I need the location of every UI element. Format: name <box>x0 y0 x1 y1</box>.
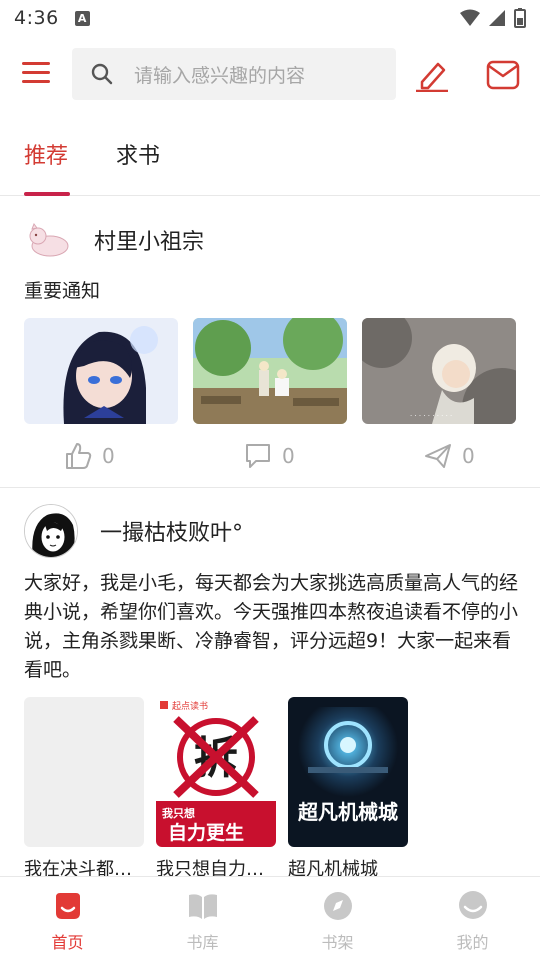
nav-label: 书库 <box>186 933 219 952</box>
home-icon <box>55 893 80 919</box>
svg-text:· · · · · · · · · ·: · · · · · · · · · · <box>410 412 452 420</box>
tab-bar: 推荐 求书 <box>0 126 540 196</box>
book-cover[interactable]: 起点读书 拆 我只想 自力更生 <box>156 697 276 847</box>
top-bar: 请输入感兴趣的内容 <box>0 48 540 102</box>
post-actions: 0 0 0 <box>0 442 540 474</box>
post-author[interactable]: 村里小祖宗 <box>24 218 204 262</box>
comment-icon <box>246 444 270 468</box>
signal-icon <box>489 10 505 26</box>
nav-label: 首页 <box>51 933 84 952</box>
like-count: 0 <box>102 444 115 468</box>
thumbs-up-icon <box>66 443 92 469</box>
tab-recommend[interactable]: 推荐 <box>24 138 68 170</box>
book-item[interactable]: 我在决斗都市... <box>24 697 148 881</box>
author-name[interactable]: 村里小祖宗 <box>94 224 204 256</box>
post-card[interactable]: 一撮枯枝败叶° 大家好，我是小毛，每天都会为大家挑选高质量高人气的经典小说，希望… <box>0 489 540 880</box>
cover-title: 超凡机械城 <box>297 800 398 824</box>
book-cover[interactable]: 超凡机械城 <box>288 697 408 847</box>
book-open-icon <box>188 894 217 919</box>
nav-home[interactable]: 首页 <box>0 877 135 960</box>
wifi-icon <box>460 9 480 26</box>
cover-title: 自力更生 <box>168 821 244 844</box>
profile-icon <box>458 891 487 919</box>
comment-button[interactable]: 0 <box>244 442 295 470</box>
author-name[interactable]: 一撮枯枝败叶° <box>100 515 243 547</box>
cover-publisher: 起点读书 <box>172 700 208 712</box>
search-placeholder: 请输入感兴趣的内容 <box>134 64 306 87</box>
nav-label: 书架 <box>321 933 354 952</box>
post-author[interactable]: 一撮枯枝败叶° <box>24 504 243 558</box>
post-card[interactable]: 村里小祖宗 重要通知 · · · · · · · · · · 0 0 0 <box>0 196 540 488</box>
menu-icon[interactable] <box>22 62 50 88</box>
post-image[interactable]: · · · · · · · · · · <box>362 318 516 424</box>
status-bar: 4:36 A <box>0 0 540 36</box>
share-button[interactable]: 0 <box>424 442 475 470</box>
avatar[interactable] <box>24 504 78 558</box>
like-button[interactable]: 0 <box>64 442 115 470</box>
send-icon <box>425 444 451 468</box>
nav-profile[interactable]: 我的 <box>405 877 540 960</box>
edit-icon[interactable] <box>414 58 450 92</box>
comment-count: 0 <box>282 444 295 468</box>
nav-library[interactable]: 书库 <box>135 877 270 960</box>
post-text: 重要通知 <box>24 280 101 302</box>
bottom-nav: 首页 书库 书架 我的 <box>0 876 540 960</box>
book-item[interactable]: 超凡机械城 超凡机械城 <box>288 697 408 881</box>
post-image[interactable] <box>24 318 178 424</box>
notification-icon: A <box>74 10 90 26</box>
book-cover[interactable] <box>24 697 144 847</box>
nav-label: 我的 <box>456 933 489 952</box>
nav-bookshelf[interactable]: 书架 <box>270 877 405 960</box>
battery-icon <box>514 8 526 28</box>
avatar[interactable] <box>24 218 72 262</box>
book-item[interactable]: 起点读书 拆 我只想 自力更生 我只想自力更生 <box>156 697 280 881</box>
cover-subtitle: 我只想 <box>162 806 195 820</box>
tab-seek-book[interactable]: 求书 <box>116 138 160 170</box>
share-count: 0 <box>462 444 475 468</box>
status-icons <box>460 8 526 28</box>
search-icon <box>91 63 113 85</box>
compass-icon <box>323 892 352 920</box>
post-text: 大家好，我是小毛，每天都会为大家挑选高质量高人气的经典小说，希望你们喜欢。今天强… <box>24 572 519 681</box>
post-image[interactable] <box>193 318 347 424</box>
search-input[interactable]: 请输入感兴趣的内容 <box>72 48 396 100</box>
status-time: 4:36 <box>14 7 59 29</box>
mail-icon[interactable] <box>486 60 520 90</box>
